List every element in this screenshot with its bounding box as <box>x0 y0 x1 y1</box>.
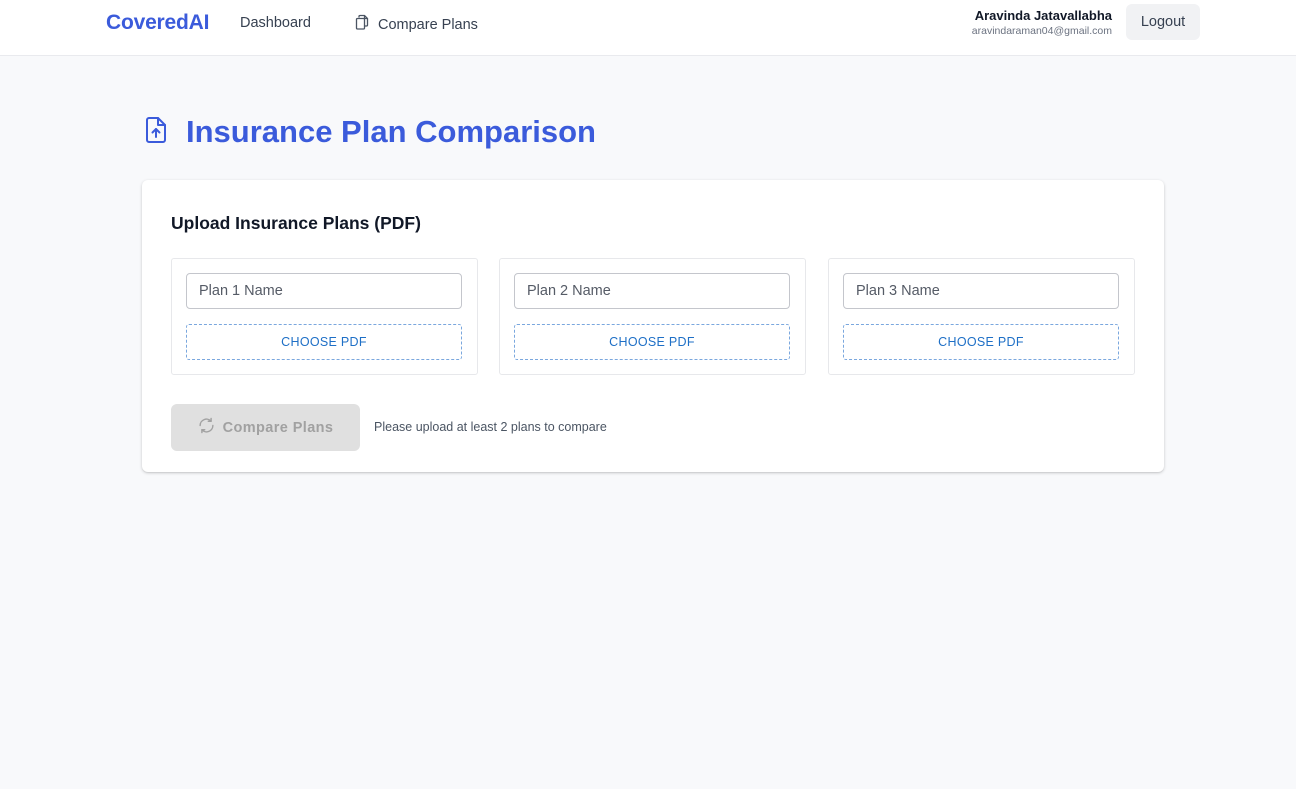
upload-hint-text: Please upload at least 2 plans to compar… <box>374 420 607 434</box>
compare-plans-button-label: Compare Plans <box>222 419 334 436</box>
plan-upload-1: CHOOSE PDF <box>171 258 478 375</box>
nav-compare-plans-label: Compare Plans <box>378 16 478 33</box>
choose-pdf-button-1[interactable]: CHOOSE PDF <box>186 324 462 360</box>
user-name: Aravinda Jatavallabha <box>974 8 1112 23</box>
plan-1-name-input[interactable] <box>186 273 462 309</box>
plan-upload-2: CHOOSE PDF <box>499 258 806 375</box>
nav-dashboard-label: Dashboard <box>240 15 311 31</box>
upload-section-title: Upload Insurance Plans (PDF) <box>171 213 421 233</box>
upload-card: Upload Insurance Plans (PDF) CHOOSE PDF … <box>142 180 1164 472</box>
choose-pdf-button-3[interactable]: CHOOSE PDF <box>843 324 1119 360</box>
file-upload-icon <box>144 116 186 149</box>
copy-icon <box>354 14 378 35</box>
refresh-icon <box>198 417 223 438</box>
plan-2-name-input[interactable] <box>514 273 790 309</box>
page-heading: Insurance Plan Comparison <box>144 112 596 152</box>
page-title: Insurance Plan Comparison <box>186 114 596 149</box>
nav-dashboard[interactable]: Dashboard <box>240 14 311 32</box>
compare-plans-button[interactable]: Compare Plans <box>171 404 360 451</box>
nav-compare-plans[interactable]: Compare Plans <box>354 14 478 35</box>
choose-pdf-button-2[interactable]: CHOOSE PDF <box>514 324 790 360</box>
top-navbar: CoveredAI Dashboard Compare Plans Aravin… <box>0 0 1296 56</box>
plan-3-name-input[interactable] <box>843 273 1119 309</box>
plan-upload-3: CHOOSE PDF <box>828 258 1135 375</box>
user-email: aravindaraman04@gmail.com <box>971 25 1112 37</box>
user-info: Aravinda Jatavallabha aravindaraman04@gm… <box>972 8 1112 38</box>
logout-button[interactable]: Logout <box>1126 4 1200 40</box>
brand-logo[interactable]: CoveredAI <box>106 10 209 36</box>
